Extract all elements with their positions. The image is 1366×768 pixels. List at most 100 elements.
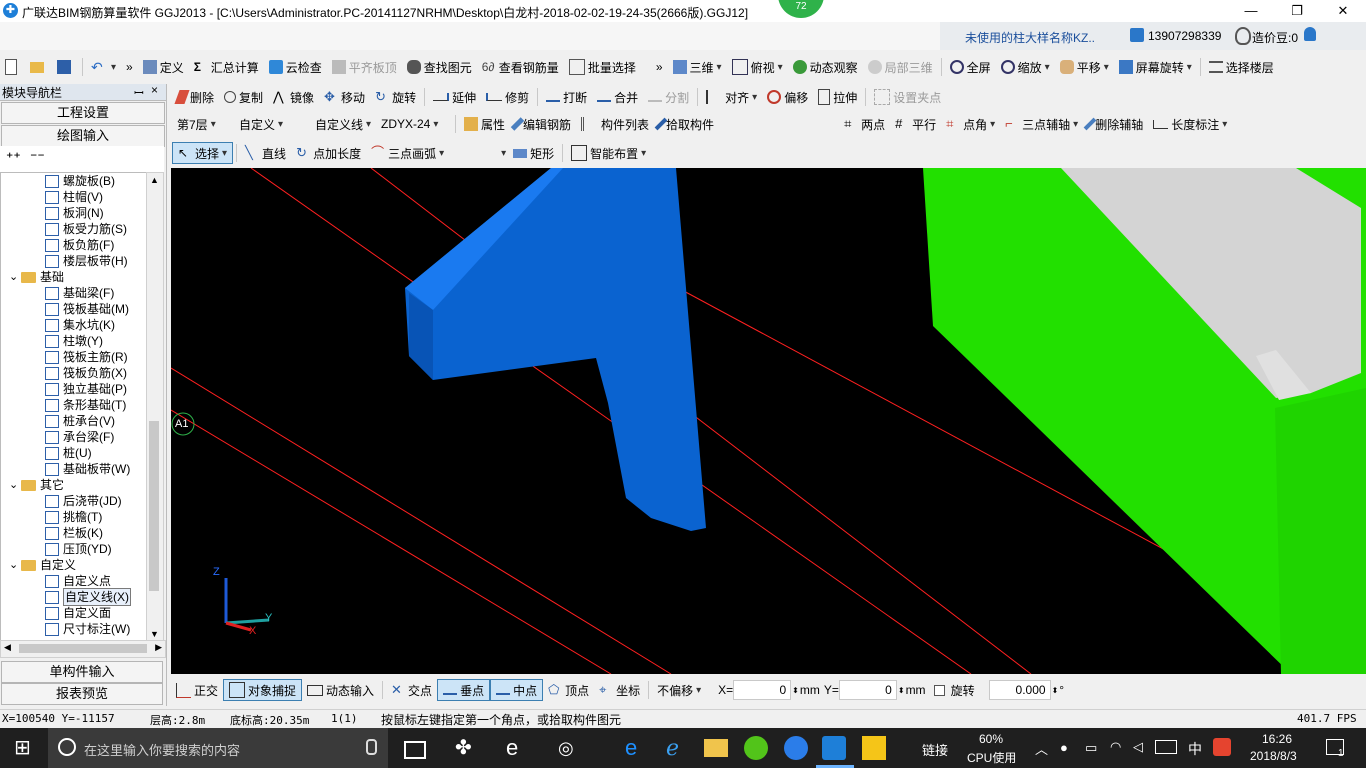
offset-mode-select[interactable]: 不偏移 — [652, 679, 716, 701]
component-list-button[interactable]: 构件列表 — [576, 113, 654, 135]
expand-all-icon[interactable]: ⁺⁺ — [6, 149, 21, 166]
panel-close-icon[interactable]: × — [151, 83, 158, 97]
undo-button[interactable]: ↶ — [86, 56, 121, 78]
coordinate-snap[interactable]: ⌖ 坐标 — [594, 679, 645, 701]
pan-button[interactable]: 平移 — [1055, 56, 1114, 78]
search-box[interactable]: 在这里输入你要搜索的内容 — [48, 728, 388, 768]
rotate-button[interactable]: ↻ 旋转 — [370, 86, 421, 108]
tree-item[interactable]: 板受力筋(S) — [1, 221, 147, 237]
extend-button[interactable]: 延伸 — [428, 86, 481, 108]
tree-item[interactable]: 柱墩(Y) — [1, 333, 147, 349]
clock-time[interactable]: 16:26 — [1262, 732, 1292, 746]
zoom-button[interactable]: 缩放 — [996, 56, 1055, 78]
rotate-checkbox[interactable] — [933, 684, 945, 696]
perpendicular-snap[interactable]: 垂点 — [437, 679, 491, 701]
glodon-active-app-icon[interactable] — [822, 736, 846, 760]
fan-app-icon[interactable]: ✤ — [455, 736, 479, 760]
tree-item[interactable]: 螺旋板(B) — [1, 173, 147, 189]
x-spinner[interactable]: ⬍ — [792, 686, 799, 695]
tree-item[interactable]: 自定义线(X) — [1, 588, 147, 606]
windows-start-icon[interactable]: ⊞ — [14, 736, 38, 760]
tree-item[interactable]: 基础梁(F) — [1, 285, 147, 301]
collapse-chevron-icon[interactable]: ⌄ — [9, 477, 21, 493]
floor-select[interactable]: 第7层 — [172, 113, 234, 135]
phone-number[interactable]: 13907298339 — [1148, 29, 1221, 43]
arc-options-dropdown[interactable] — [496, 142, 508, 164]
wifi-icon[interactable]: ◠ — [1110, 739, 1121, 755]
view3d-button[interactable]: 三维 — [668, 56, 727, 78]
save-button[interactable] — [52, 56, 79, 78]
sum-button[interactable]: Σ 汇总计算 — [189, 56, 264, 78]
local-3d-button[interactable]: 局部三维 — [863, 56, 938, 78]
collapse-chevron-icon[interactable]: ⌄ — [9, 557, 21, 573]
object-snap-toggle[interactable]: 对象捕捉 — [223, 679, 303, 701]
move-button[interactable]: ✥ 移动 — [319, 86, 370, 108]
edit-rebar-button[interactable]: 编辑钢筋 — [510, 113, 576, 135]
align-slab-top-button[interactable]: 平齐板顶 — [327, 56, 402, 78]
scroll-right-icon[interactable]: ▶ — [155, 642, 162, 653]
ime-indicator[interactable]: 中 — [1188, 739, 1202, 759]
x-offset-input[interactable]: 0 — [733, 680, 792, 700]
rotate-screen-button[interactable]: 屏幕旋转 — [1114, 56, 1197, 78]
parallel-axis-button[interactable]: # 平行 — [890, 113, 941, 135]
copy-button[interactable]: 复制 — [219, 86, 268, 108]
rotate-spinner[interactable]: ⬍ — [1052, 686, 1059, 695]
set-grip-button[interactable]: 设置夹点 — [869, 86, 946, 108]
top-view-button[interactable]: 俯视 — [727, 56, 788, 78]
tree-item[interactable]: 后浇带(JD) — [1, 493, 147, 509]
hscroll-thumb[interactable] — [19, 644, 147, 653]
draw-input-button[interactable]: 绘图输入 — [1, 125, 165, 147]
report-preview-button[interactable]: 报表预览 — [1, 683, 163, 705]
component-name-select[interactable]: ZDYX-24 — [376, 113, 452, 135]
task-view-icon[interactable] — [404, 741, 426, 759]
dynamic-observe-button[interactable]: 动态观察 — [788, 56, 863, 78]
tray-network-icon[interactable]: ▭ — [1085, 740, 1097, 756]
length-mark-button[interactable]: 长度标注 — [1148, 113, 1232, 135]
stretch-button[interactable]: 拉伸 — [813, 86, 862, 108]
tree-item[interactable]: 筏板负筋(X) — [1, 365, 147, 381]
file-explorer-icon[interactable] — [704, 739, 728, 757]
scroll-down-icon[interactable]: ▼ — [150, 629, 159, 639]
select-tool-button[interactable]: ↖ 选择 — [172, 142, 234, 164]
collapse-all-icon[interactable]: ⁻⁻ — [30, 149, 45, 166]
tree-item[interactable]: 承台梁(F) — [1, 429, 147, 445]
tree-folder[interactable]: ⌄ 基础 — [1, 269, 147, 285]
tree-item[interactable]: 自定义点 — [1, 573, 147, 589]
media-player-icon[interactable]: ◎ — [558, 736, 582, 760]
notification-badge[interactable]: 72 — [778, 0, 824, 18]
tree-item[interactable]: 板洞(N) — [1, 205, 147, 221]
single-input-button[interactable]: 单构件输入 — [1, 661, 163, 683]
tree-item[interactable]: 筏板主筋(R) — [1, 349, 147, 365]
split-button[interactable]: 分割 — [643, 86, 694, 108]
point-length-tool-button[interactable]: ↻ 点加长度 — [291, 142, 366, 164]
scroll-thumb[interactable] — [149, 421, 159, 591]
line-tool-button[interactable]: ╲ 直线 — [240, 142, 291, 164]
rect-tool-button[interactable]: 矩形 — [508, 142, 559, 164]
notes-app-icon[interactable] — [862, 736, 886, 760]
delete-button[interactable]: 删除 — [172, 86, 219, 108]
green-app-icon[interactable] — [744, 736, 768, 760]
point-angle-axis-button[interactable]: ⌗ 点角 — [941, 113, 1000, 135]
tree-hscrollbar[interactable]: ◀ ▶ — [0, 640, 166, 658]
tree-item[interactable]: 筏板基础(M) — [1, 301, 147, 317]
maximize-button[interactable]: ❐ — [1274, 0, 1320, 22]
pick-component-button[interactable]: 拾取构件 — [654, 113, 719, 135]
view-rebar-button[interactable]: 6∂ 查看钢筋量 — [477, 56, 564, 78]
ortho-toggle[interactable]: 正交 — [171, 679, 223, 701]
blue-element[interactable] — [405, 168, 706, 531]
eng-settings-button[interactable]: 工程设置 — [1, 102, 165, 124]
tree-scrollbar[interactable]: ▲ ▼ — [146, 172, 164, 642]
merge-button[interactable]: 合并 — [592, 86, 643, 108]
keyboard-icon[interactable] — [1155, 740, 1177, 754]
beans-count[interactable]: 造价豆:0 — [1252, 29, 1298, 46]
edge-browser-icon[interactable]: e — [625, 736, 649, 760]
tree-item[interactable]: 栏板(K) — [1, 525, 147, 541]
break-button[interactable]: 打断 — [541, 86, 592, 108]
ie-icon[interactable]: ℯ — [666, 736, 690, 760]
edge-icon[interactable]: e — [506, 736, 530, 760]
scroll-up-icon[interactable]: ▲ — [150, 175, 159, 185]
two-point-axis-button[interactable]: ⌗ 两点 — [839, 113, 890, 135]
tree-item[interactable]: 柱帽(V) — [1, 189, 147, 205]
three-point-axis-button[interactable]: ⌐ 三点辅轴 — [1000, 113, 1083, 135]
find-element-button[interactable]: 查找图元 — [402, 56, 477, 78]
